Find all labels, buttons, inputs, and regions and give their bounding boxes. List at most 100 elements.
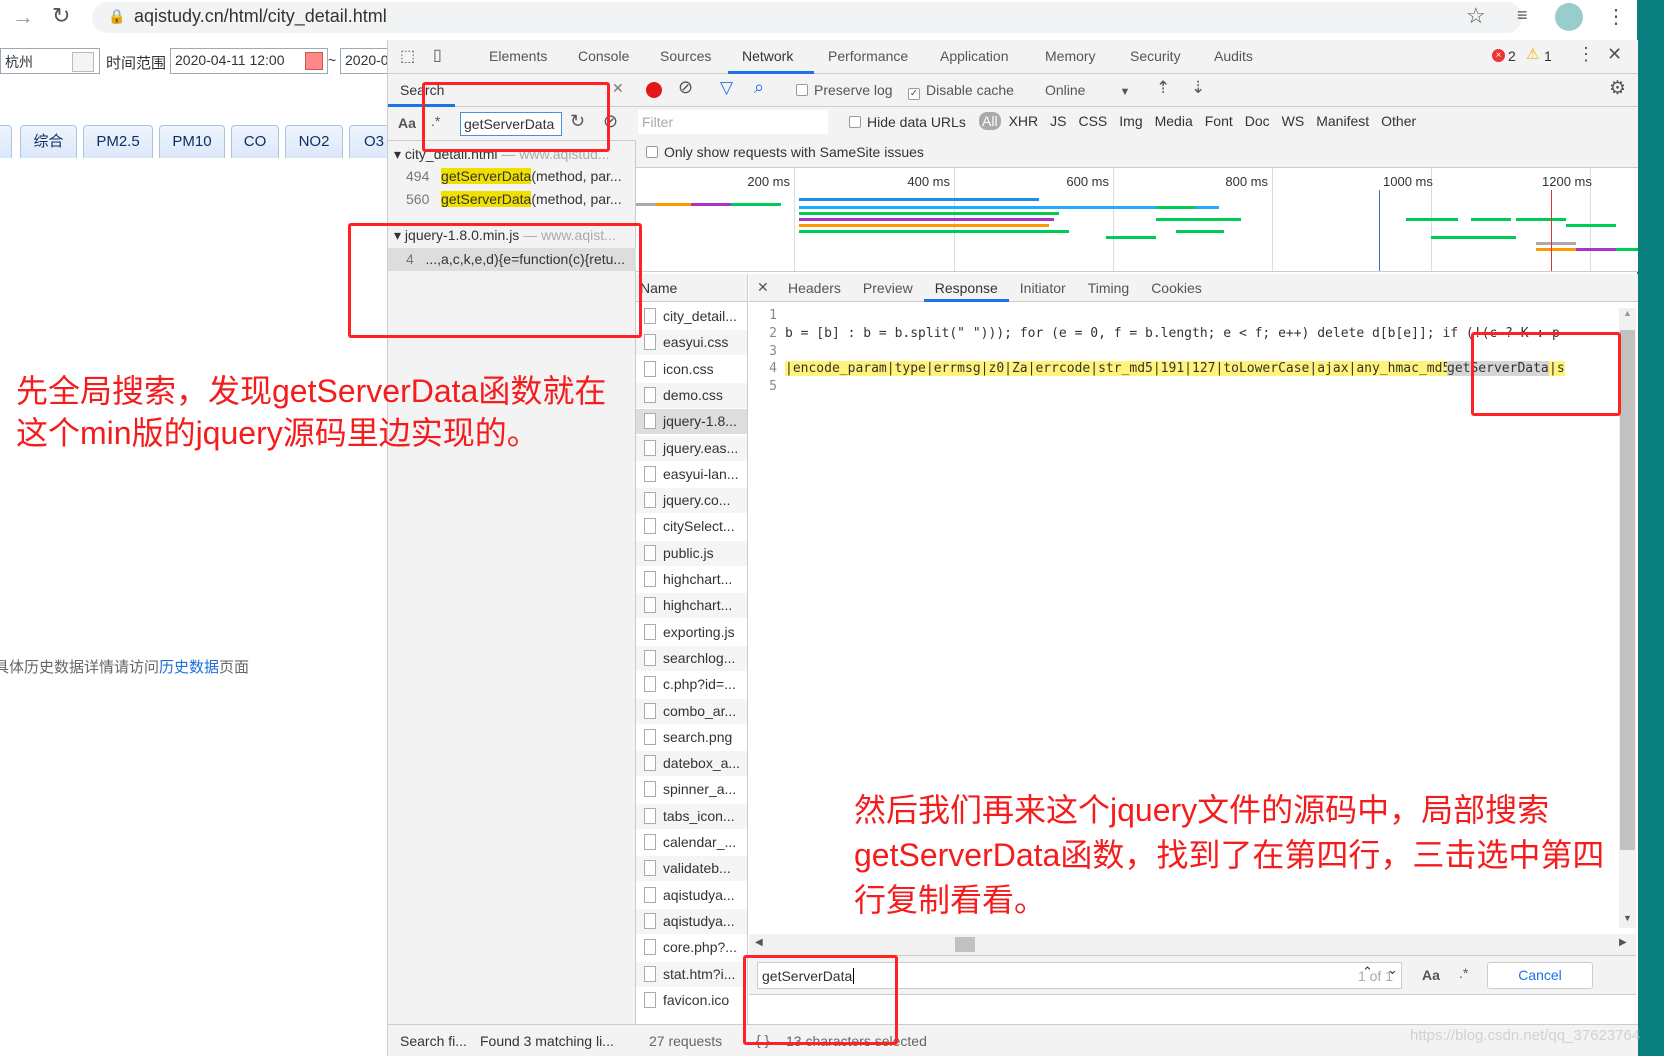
url-text[interactable]: aqistudy.cn/html/city_detail.html: [134, 6, 387, 27]
media-icon[interactable]: ≡: [1517, 5, 1528, 26]
close-detail-icon[interactable]: ✕: [757, 279, 769, 296]
type-filter-media[interactable]: Media: [1155, 113, 1193, 129]
request-row[interactable]: jquery.co...: [636, 488, 747, 514]
search-icon[interactable]: ⌕: [754, 77, 764, 98]
tab-network[interactable]: Network: [742, 48, 793, 64]
request-row[interactable]: easyui-lan...: [636, 461, 747, 487]
match-case-toggle[interactable]: Aa: [398, 115, 416, 131]
tab-security[interactable]: Security: [1130, 48, 1181, 64]
detail-tab-headers[interactable]: Headers: [777, 274, 852, 302]
find-prev-icon[interactable]: ⌃: [1362, 964, 1373, 980]
request-row[interactable]: tabs_icon...: [636, 803, 747, 829]
disable-cache-checkbox[interactable]: ✓ Disable cache: [908, 82, 1014, 100]
tab-pm25[interactable]: PM2.5: [83, 125, 153, 158]
import-icon[interactable]: ⇡: [1156, 78, 1170, 98]
request-row[interactable]: highchart...: [636, 567, 747, 592]
error-count[interactable]: 2: [1508, 48, 1516, 64]
detail-tab-preview[interactable]: Preview: [852, 274, 924, 302]
type-filter-manifest[interactable]: Manifest: [1316, 113, 1369, 129]
close-devtools-icon[interactable]: ✕: [1607, 44, 1622, 65]
inspect-icon[interactable]: ⬚: [400, 46, 415, 66]
detail-tab-initiator[interactable]: Initiator: [1009, 274, 1077, 302]
warning-icon[interactable]: ⚠: [1526, 45, 1539, 63]
hide-data-urls-checkbox[interactable]: Hide data URLs: [849, 114, 966, 130]
search-result-line[interactable]: 494 getServerData(method, par...: [406, 168, 622, 184]
scroll-thumb[interactable]: [1620, 330, 1635, 850]
h-scroll-thumb[interactable]: [955, 937, 975, 952]
detail-tab-response[interactable]: Response: [923, 274, 1009, 302]
preserve-log-checkbox[interactable]: Preserve log: [796, 82, 893, 98]
request-row[interactable]: spinner_a...: [636, 777, 747, 803]
request-row[interactable]: favicon.ico: [636, 987, 747, 1013]
detail-tab-cookies[interactable]: Cookies: [1140, 274, 1213, 302]
tab-sources[interactable]: Sources: [660, 48, 711, 64]
settings-gear-icon[interactable]: ⚙: [1609, 77, 1626, 100]
request-row[interactable]: demo.css: [636, 382, 747, 408]
request-row[interactable]: public.js: [636, 540, 747, 566]
find-match-case[interactable]: Aa: [1422, 967, 1440, 983]
request-row[interactable]: calendar_...: [636, 830, 747, 855]
horizontal-scrollbar[interactable]: ◀ ▶: [749, 934, 1636, 955]
calendar-icon[interactable]: [305, 52, 323, 70]
type-filter-ws[interactable]: WS: [1282, 113, 1305, 129]
request-row[interactable]: city_detail...: [636, 304, 747, 329]
search-result-line[interactable]: 560 getServerData(method, par...: [406, 191, 622, 207]
device-icon[interactable]: ▯: [433, 45, 442, 65]
more-icon[interactable]: ⋮: [1577, 44, 1595, 65]
request-row[interactable]: aqistudya...: [636, 908, 747, 934]
name-column-header[interactable]: Name: [636, 274, 747, 302]
network-overview-timeline[interactable]: 200 ms 400 ms 600 ms 800 ms 1000 ms 1200 ms: [636, 168, 1638, 272]
avatar[interactable]: [1555, 3, 1583, 31]
request-row[interactable]: jquery.eas...: [636, 435, 747, 461]
request-row[interactable]: stat.htm?i...: [636, 961, 747, 987]
tab-partial[interactable]: [0, 125, 12, 158]
request-row[interactable]: validateb...: [636, 856, 747, 882]
tab-no2[interactable]: NO2: [285, 125, 343, 158]
request-row[interactable]: aqistudya...: [636, 882, 747, 908]
request-row[interactable]: core.php?...: [636, 935, 747, 961]
request-row[interactable]: c.php?id=...: [636, 672, 747, 698]
request-row[interactable]: highchart...: [636, 593, 747, 619]
close-search-icon[interactable]: ✕: [612, 80, 624, 97]
type-filter-font[interactable]: Font: [1205, 113, 1233, 129]
type-filter-js[interactable]: JS: [1050, 113, 1066, 129]
tab-overall[interactable]: 综合: [20, 125, 77, 158]
request-row[interactable]: datebox_a...: [636, 751, 747, 777]
tab-co[interactable]: CO: [231, 125, 279, 158]
warning-count[interactable]: 1: [1544, 48, 1552, 64]
detail-tab-timing[interactable]: Timing: [1077, 274, 1141, 302]
request-row[interactable]: citySelect...: [636, 514, 747, 540]
filter-input[interactable]: Filter: [638, 110, 828, 134]
find-regex[interactable]: .*: [1459, 965, 1468, 981]
star-icon[interactable]: ☆: [1466, 3, 1486, 29]
find-cancel-button[interactable]: Cancel: [1487, 962, 1593, 989]
request-row[interactable]: jquery-1.8...: [636, 409, 747, 435]
type-filter-xhr[interactable]: XHR: [1009, 113, 1039, 129]
vertical-scrollbar[interactable]: ▲ ▼: [1619, 308, 1636, 928]
tab-audits[interactable]: Audits: [1214, 48, 1253, 64]
history-link[interactable]: 历史数据: [159, 659, 219, 676]
throttle-select[interactable]: Online ▼: [1045, 82, 1130, 98]
grid-icon[interactable]: [72, 52, 94, 72]
forward-icon[interactable]: →: [12, 4, 34, 30]
clear-icon[interactable]: ⊘: [678, 77, 693, 98]
export-icon[interactable]: ⇣: [1191, 78, 1205, 98]
request-row[interactable]: searchlog...: [636, 645, 747, 671]
type-filter-doc[interactable]: Doc: [1245, 113, 1270, 129]
tab-console[interactable]: Console: [578, 48, 629, 64]
reload-icon[interactable]: ↻: [52, 3, 70, 29]
tab-pm10[interactable]: PM10: [159, 125, 225, 158]
tab-memory[interactable]: Memory: [1045, 48, 1096, 64]
request-row[interactable]: exporting.js: [636, 619, 747, 645]
record-icon[interactable]: [646, 82, 662, 98]
tab-elements[interactable]: Elements: [489, 48, 547, 64]
request-row[interactable]: search.png: [636, 724, 747, 750]
tab-application[interactable]: Application: [940, 48, 1009, 64]
type-filter-all[interactable]: All: [979, 112, 1001, 130]
type-filter-css[interactable]: CSS: [1078, 113, 1107, 129]
tab-performance[interactable]: Performance: [828, 48, 908, 64]
error-icon[interactable]: ×: [1492, 49, 1505, 62]
filter-icon[interactable]: ▽: [720, 78, 733, 98]
request-row[interactable]: easyui.css: [636, 330, 747, 356]
code-line[interactable]: 1: [749, 308, 1619, 326]
